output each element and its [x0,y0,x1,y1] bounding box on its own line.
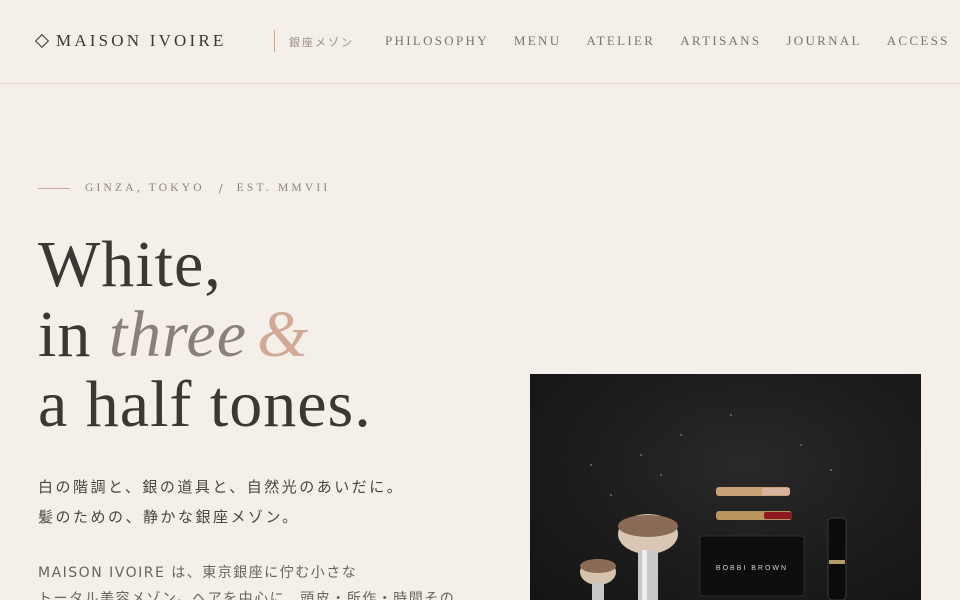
nav-journal[interactable]: JOURNAL [786,33,861,49]
body-line-2: トータル美容メゾン。ヘアを中心に、頭皮・所作・時間その [38,591,456,600]
lead-line-1: 白の階調と、銀の道具と、自然光のあいだに。 [38,478,405,496]
body-line-1: MAISON IVOIRE は、東京銀座に佇む小さな [38,565,358,581]
headline-three: three [108,298,248,371]
headline-ampersand: & [257,298,310,371]
hero-headline: White, in three & a half tones. [38,230,372,440]
diamond-icon [34,33,50,49]
eyebrow-established: EST. MMVII [236,182,331,194]
hero-body: MAISON IVOIRE は、東京銀座に佇む小さな トータル美容メゾン。ヘアを… [38,560,478,600]
eyebrow-location: GINZA, TOKYO [85,182,205,194]
site-header: MAISON IVOIRE 銀座メゾン PHILOSOPHY MENU ATEL… [0,0,960,84]
main-nav: PHILOSOPHY MENU ATELIER ARTISANS JOURNAL… [385,33,960,49]
japanese-tagline: 銀座メゾン [289,36,354,49]
eyebrow-separator: / [218,181,223,195]
header-divider [274,30,275,52]
headline-in: in [38,298,109,371]
hero-photo: BOBBI BROWN [530,374,921,600]
lead-line-2: 髪のための、静かな銀座メゾン。 [38,508,300,526]
hero-lead: 白の階調と、銀の道具と、自然光のあいだに。 髪のための、静かな銀座メゾン。 [38,472,478,532]
headline-line-1: White, [38,228,222,301]
palette-brand: BOBBI BROWN [716,565,788,572]
eyebrow-rule [38,187,70,189]
headline-line-3: a half tones. [38,368,372,441]
nav-philosophy[interactable]: PHILOSOPHY [385,33,489,49]
nav-menu[interactable]: MENU [514,33,561,49]
brand-name: MAISON IVOIRE [56,31,227,50]
nav-artisans[interactable]: ARTISANS [680,33,761,49]
hero-eyebrow: GINZA, TOKYO / EST. MMVII [38,181,330,195]
makeup-still-life: BOBBI BROWN [580,487,847,600]
nav-access[interactable]: ACCESS [887,33,950,49]
headline-line-2: in three & [38,300,372,370]
nav-atelier[interactable]: ATELIER [586,33,655,49]
brand-logo[interactable]: MAISON IVOIRE [34,31,227,51]
